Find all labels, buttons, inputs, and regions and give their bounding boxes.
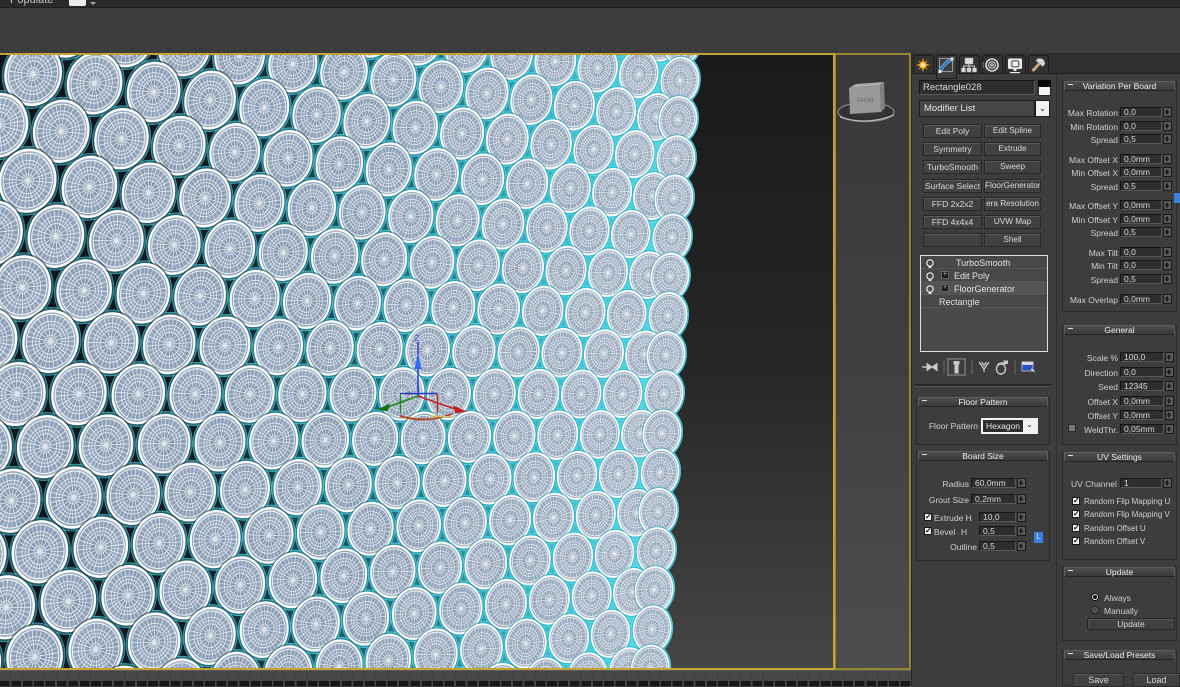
svg-text:Z: Z <box>415 334 420 343</box>
svg-text:FRONT: FRONT <box>857 98 874 104</box>
